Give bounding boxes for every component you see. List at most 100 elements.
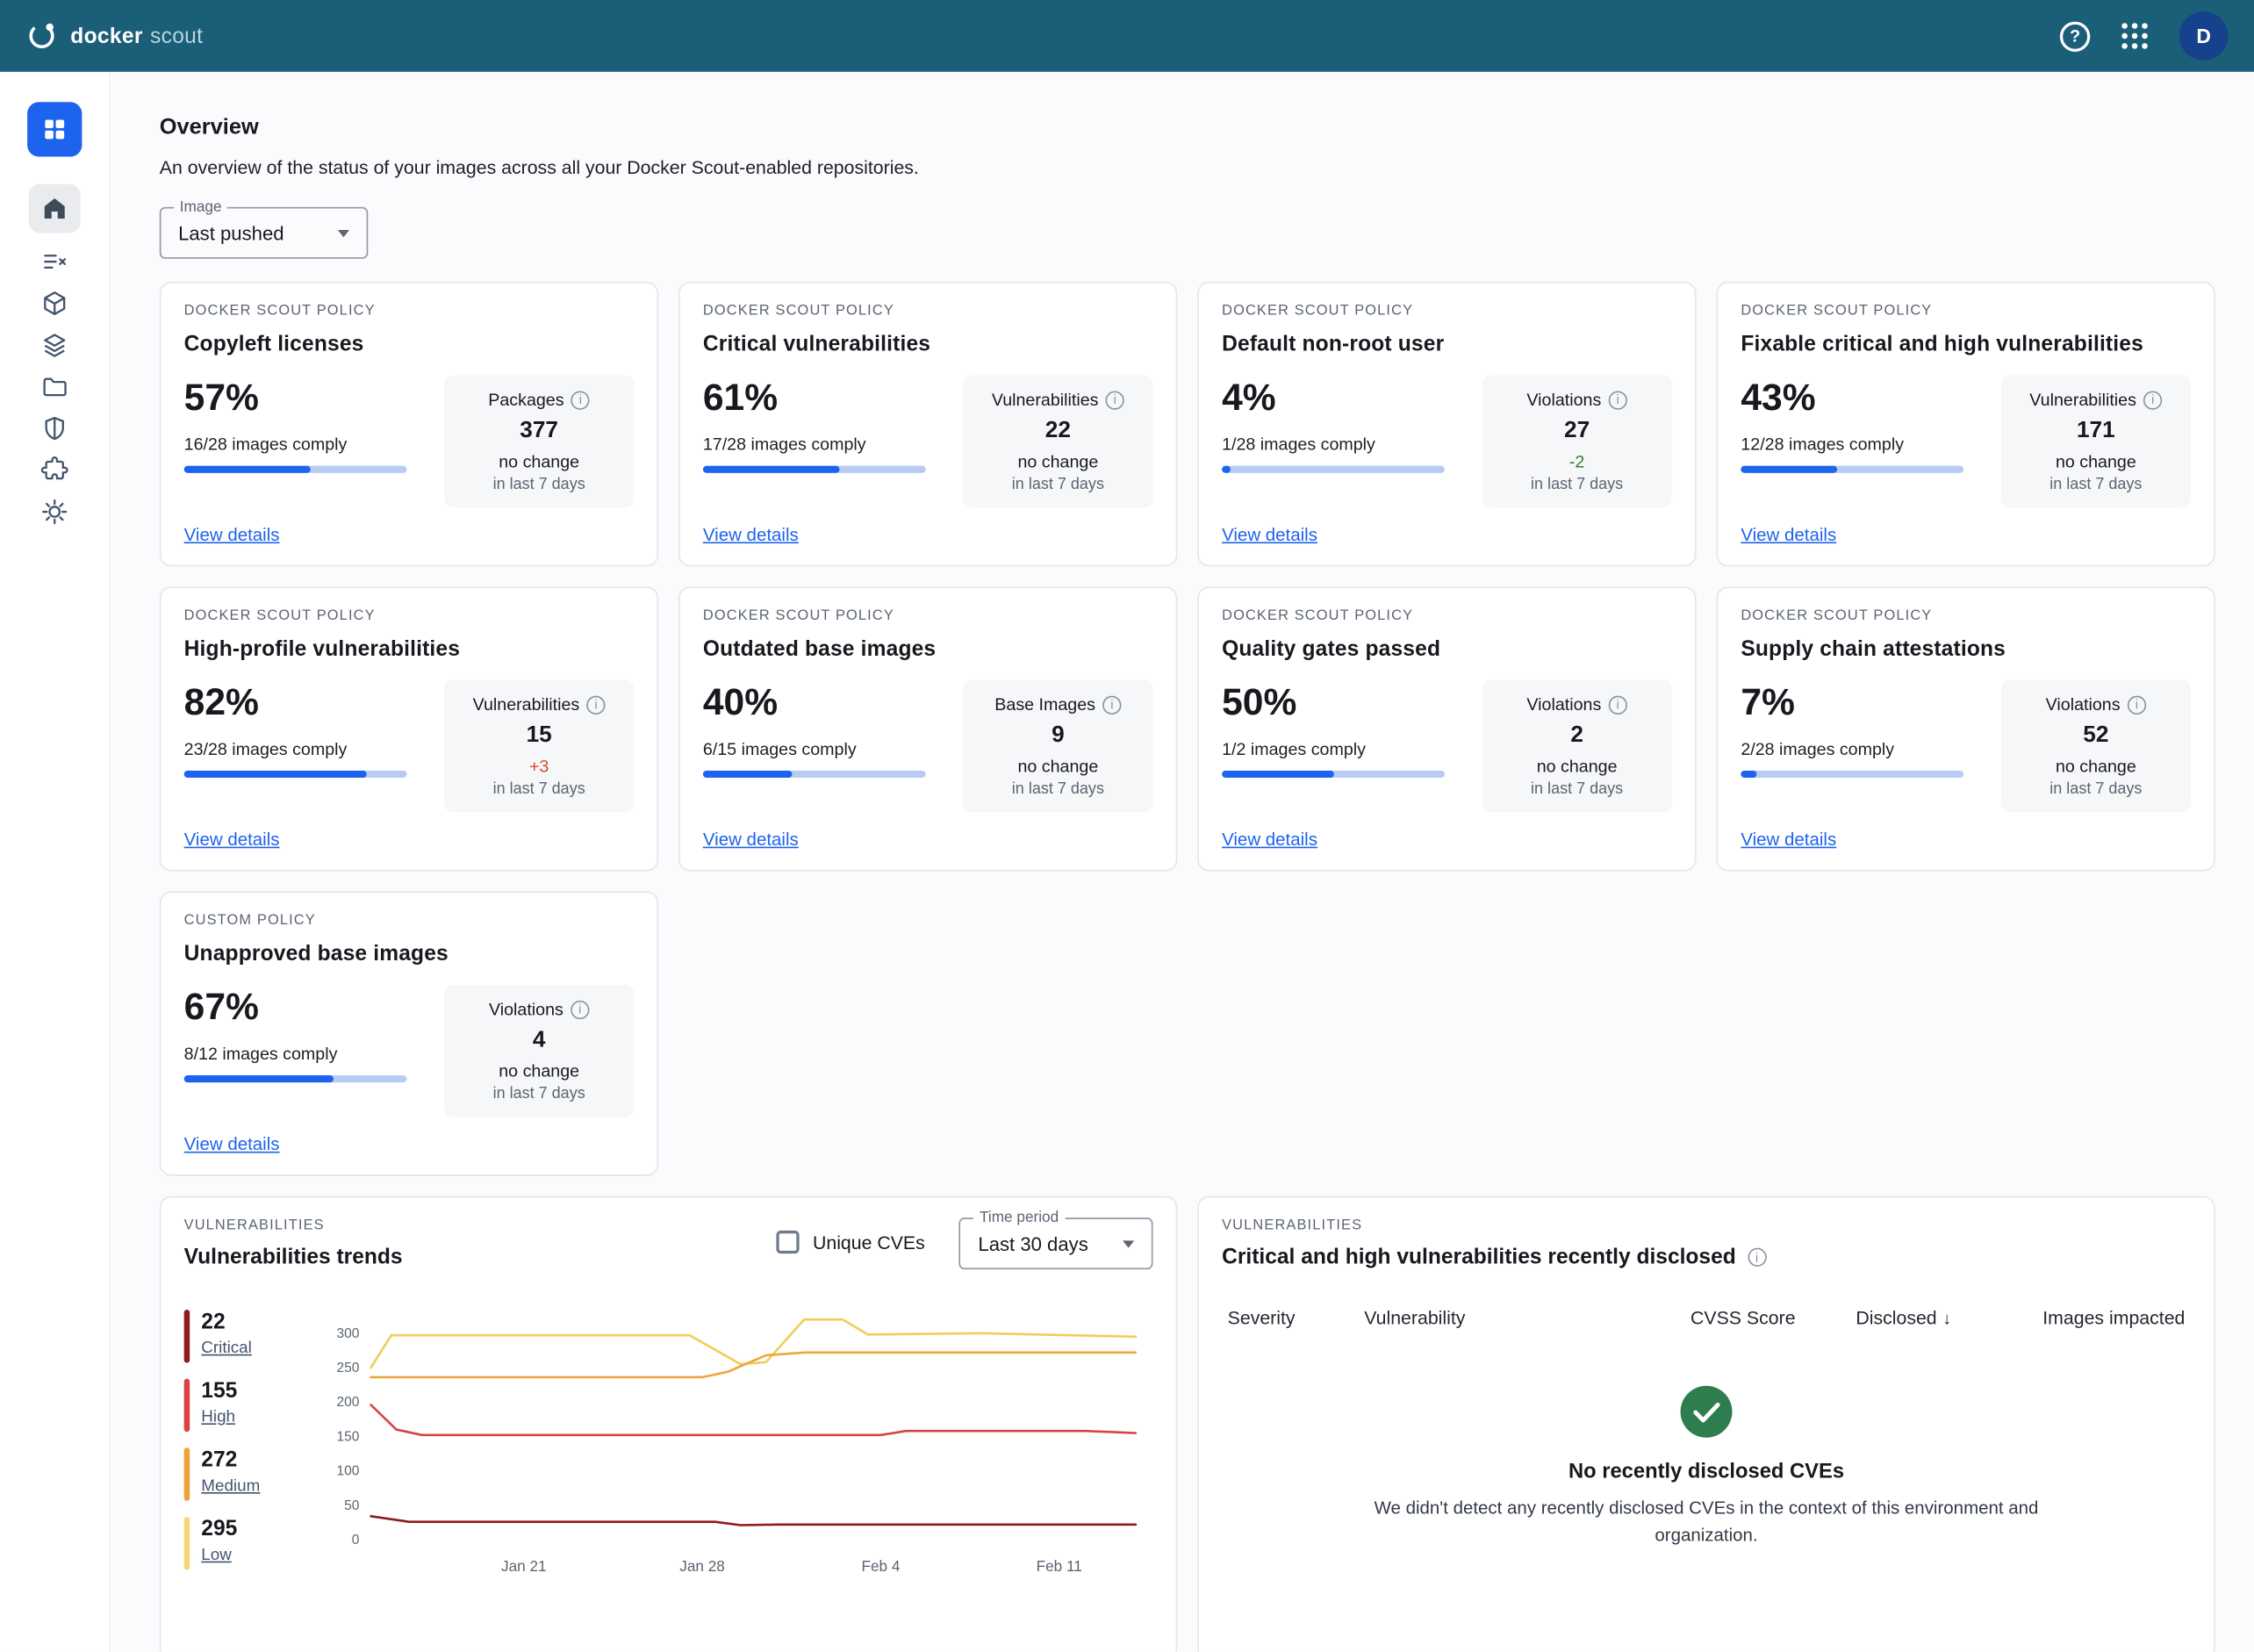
col-severity[interactable]: Severity — [1228, 1307, 1365, 1329]
images-comply-text: 12/28 images comply — [1741, 435, 1989, 455]
svg-text:250: 250 — [336, 1361, 359, 1375]
view-details-link[interactable]: View details — [184, 525, 280, 545]
sidebar-item-images[interactable] — [29, 282, 81, 323]
severity-label-link[interactable]: Low — [201, 1547, 232, 1564]
sidebar-item-base-images[interactable] — [29, 323, 81, 364]
view-details-link[interactable]: View details — [184, 1134, 280, 1154]
compliance-progress-bar — [703, 466, 926, 473]
stat-period: in last 7 days — [972, 780, 1145, 798]
severity-label-link[interactable]: Critical — [201, 1340, 252, 1357]
time-period-value: Last 30 days — [978, 1232, 1088, 1254]
svg-text:300: 300 — [336, 1326, 359, 1341]
svg-text:0: 0 — [352, 1533, 360, 1548]
trends-title: Vulnerabilities trends — [184, 1245, 403, 1269]
gear-icon — [40, 497, 69, 526]
policy-title: Supply chain attestations — [1741, 637, 2191, 662]
info-icon[interactable]: i — [1609, 391, 1627, 409]
view-details-link[interactable]: View details — [703, 830, 799, 850]
policy-stat-panel: Violations i 2 no change in last 7 days — [1482, 680, 1672, 813]
col-disclosed[interactable]: Disclosed ↓ — [1796, 1307, 2043, 1329]
empty-state: No recently disclosed CVEs We didn't det… — [1222, 1383, 2191, 1549]
col-vulnerability[interactable]: Vulnerability — [1364, 1307, 1630, 1329]
view-details-link[interactable]: View details — [184, 830, 280, 850]
info-icon[interactable]: i — [2143, 391, 2162, 409]
compliance-progress-fill — [703, 466, 839, 473]
compliance-progress-fill — [184, 466, 312, 473]
sidebar-item-policies[interactable] — [29, 406, 81, 448]
sort-desc-icon: ↓ — [1942, 1308, 1951, 1328]
info-icon[interactable]: i — [1609, 695, 1627, 714]
stat-change: no change — [2010, 756, 2183, 776]
stat-label: Packages — [488, 390, 564, 410]
view-details-link[interactable]: View details — [1741, 830, 1836, 850]
info-icon[interactable]: i — [1748, 1248, 1766, 1267]
svg-text:100: 100 — [336, 1464, 359, 1479]
unique-cves-toggle[interactable]: Unique CVEs — [777, 1231, 925, 1253]
image-filter-select[interactable]: Image Last pushed — [160, 207, 368, 259]
policy-title: Unapproved base images — [184, 942, 635, 966]
policy-category-label: DOCKER SCOUT POLICY — [184, 608, 635, 624]
compliance-progress-fill — [1222, 466, 1231, 473]
policy-title: Copyleft licenses — [184, 332, 635, 356]
info-icon[interactable]: i — [2128, 695, 2146, 714]
view-details-link[interactable]: View details — [1222, 525, 1317, 545]
compliance-progress-bar — [184, 771, 407, 778]
compliance-progress-fill — [1222, 771, 1333, 778]
docker-scout-brand[interactable]: dockerscout — [25, 20, 203, 52]
stat-period: in last 7 days — [1490, 780, 1663, 798]
stat-value: 52 — [2010, 723, 2183, 749]
sidebar-item-organization[interactable] — [27, 102, 82, 156]
compliance-progress-fill — [703, 771, 793, 778]
chevron-down-icon — [1123, 1240, 1134, 1247]
view-details-link[interactable]: View details — [1222, 830, 1317, 850]
apps-grid-icon[interactable] — [2121, 23, 2147, 48]
compliance-percent: 61% — [703, 375, 951, 420]
sidebar-item-integrations[interactable] — [29, 449, 81, 490]
stat-value: 2 — [1490, 723, 1663, 749]
compliance-percent: 40% — [703, 680, 951, 725]
help-icon[interactable]: ? — [2060, 21, 2090, 51]
policy-stat-panel: Vulnerabilities i 171 no change in last … — [2001, 375, 2191, 507]
unique-cves-checkbox[interactable] — [777, 1231, 800, 1253]
sidebar-item-settings[interactable] — [29, 490, 81, 531]
policy-category-label: DOCKER SCOUT POLICY — [703, 608, 1153, 624]
stat-change: no change — [972, 451, 1145, 471]
compliance-percent: 50% — [1222, 680, 1470, 725]
layers-icon — [40, 330, 69, 359]
image-filter-value: Last pushed — [178, 222, 284, 244]
avatar[interactable]: D — [2179, 11, 2229, 61]
severity-count: 295 — [201, 1517, 237, 1541]
images-comply-text: 1/28 images comply — [1222, 435, 1470, 455]
chevron-down-icon — [338, 229, 349, 236]
sidebar-item-checklist[interactable] — [29, 241, 81, 282]
stat-value: 27 — [1490, 419, 1663, 444]
sidebar-item-overview[interactable] — [29, 184, 81, 233]
time-period-select[interactable]: Time period Last 30 days — [959, 1217, 1152, 1269]
top-bar: dockerscout ? D — [0, 0, 2254, 72]
compliance-progress-bar — [1741, 466, 1963, 473]
policy-category-label: DOCKER SCOUT POLICY — [184, 304, 635, 320]
severity-label-link[interactable]: Medium — [201, 1478, 260, 1496]
info-icon[interactable]: i — [571, 391, 590, 409]
severity-label-link[interactable]: High — [201, 1409, 235, 1426]
view-details-link[interactable]: View details — [1741, 525, 1836, 545]
info-icon[interactable]: i — [1106, 391, 1124, 409]
policy-title: High-profile vulnerabilities — [184, 637, 635, 662]
severity-count: 22 — [201, 1310, 252, 1334]
policy-category-label: DOCKER SCOUT POLICY — [1222, 304, 1672, 320]
svg-text:150: 150 — [336, 1429, 359, 1444]
info-icon[interactable]: i — [571, 1000, 589, 1018]
policy-stat-panel: Violations i 27 -2 in last 7 days — [1482, 375, 1672, 507]
stat-change: no change — [972, 756, 1145, 776]
svg-text:Jan 21: Jan 21 — [501, 1557, 547, 1575]
info-icon[interactable]: i — [586, 695, 605, 714]
policy-stat-panel: Packages i 377 no change in last 7 days — [444, 375, 634, 507]
info-icon[interactable]: i — [1102, 695, 1121, 714]
view-details-link[interactable]: View details — [703, 525, 799, 545]
sidebar-item-repositories[interactable] — [29, 365, 81, 406]
severity-color-bar — [184, 1379, 190, 1433]
col-images-impacted[interactable]: Images impacted — [2042, 1307, 2185, 1329]
stat-period: in last 7 days — [453, 1086, 626, 1103]
folder-icon — [40, 371, 69, 400]
col-cvss-score[interactable]: CVSS Score — [1630, 1307, 1795, 1329]
